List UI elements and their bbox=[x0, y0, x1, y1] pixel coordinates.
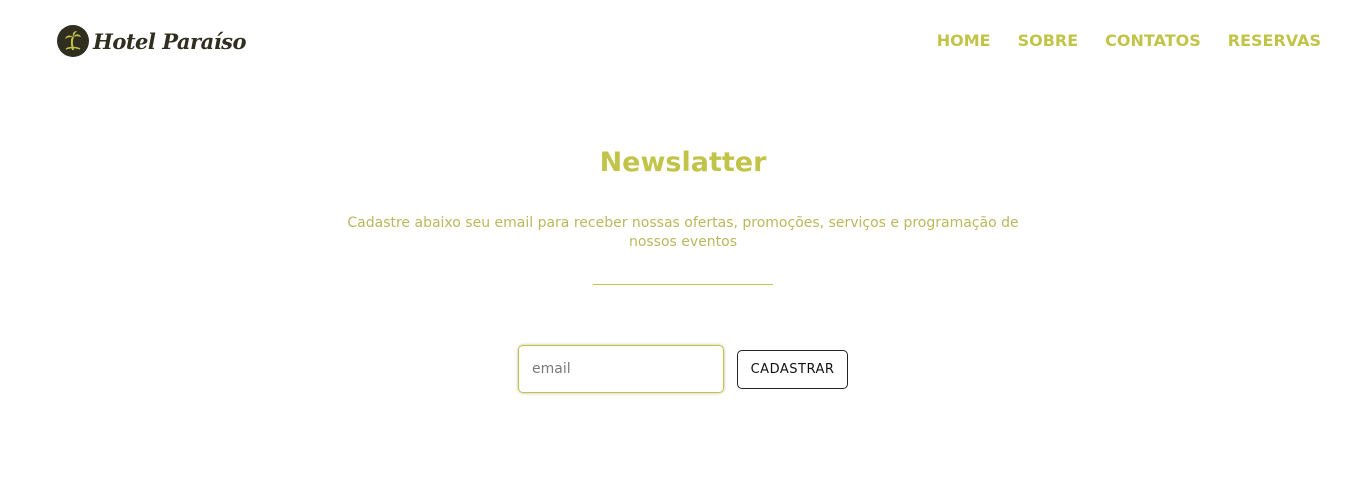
nav-home[interactable]: HOME bbox=[937, 30, 991, 52]
site-logo[interactable]: Hotel Paraíso bbox=[57, 24, 247, 58]
palm-tree-icon bbox=[57, 25, 89, 57]
nav-sobre[interactable]: SOBRE bbox=[1018, 30, 1079, 52]
page: Hotel Paraíso HOME SOBRE CONTATOS RESERV… bbox=[0, 0, 1366, 479]
divider bbox=[593, 284, 773, 285]
main-nav: HOME SOBRE CONTATOS RESERVAS bbox=[937, 30, 1321, 52]
site-header: Hotel Paraíso HOME SOBRE CONTATOS RESERV… bbox=[0, 0, 1366, 82]
email-input[interactable] bbox=[518, 345, 724, 393]
newsletter-description: Cadastre abaixo seu email para receber n… bbox=[347, 215, 1019, 250]
newsletter-title: Newslatter bbox=[599, 147, 767, 178]
newsletter-form: CADASTRAR bbox=[518, 345, 848, 393]
newsletter-section: Newslatter Cadastre abaixo seu email par… bbox=[0, 140, 1366, 285]
cadastrar-button[interactable]: CADASTRAR bbox=[737, 349, 848, 389]
logo-text: Hotel Paraíso bbox=[93, 28, 247, 54]
nav-reservas[interactable]: RESERVAS bbox=[1228, 30, 1321, 52]
nav-contatos[interactable]: CONTATOS bbox=[1105, 30, 1201, 52]
